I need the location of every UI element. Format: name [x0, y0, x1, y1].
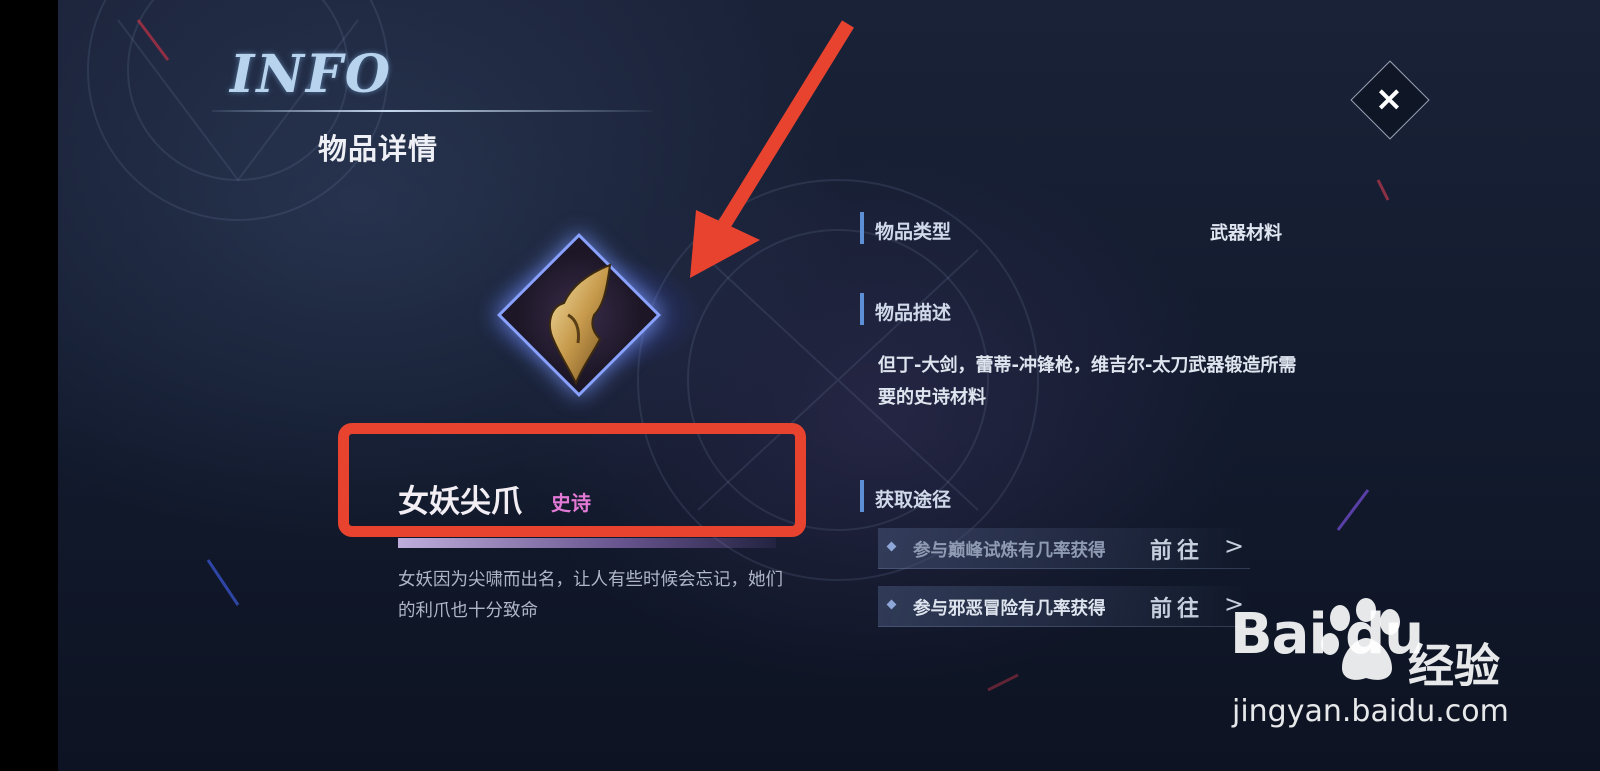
item-source-label: 获取途径 — [875, 489, 952, 511]
chevron-right-icon: > — [1224, 532, 1245, 560]
source-text: 参与巅峰试炼有几率获得 — [913, 541, 1106, 561]
source-row-peak-trial[interactable]: 参与巅峰试炼有几率获得 前往 > — [878, 528, 1250, 569]
item-description-text: 但丁-大剑，蕾蒂-冲锋枪，维吉尔-太刀武器锻造所需要的史诗材料 — [878, 355, 1297, 408]
bullet-icon — [886, 599, 897, 610]
source-text: 参与邪恶冒险有几率获得 — [913, 599, 1106, 619]
item-type-label: 物品类型 — [875, 221, 952, 243]
item-type-value: 武器材料 — [1210, 223, 1282, 244]
section-bar — [860, 293, 864, 325]
source-row-evil-adventure[interactable]: 参与邪恶冒险有几率获得 前往 > — [878, 586, 1250, 627]
info-logo: INFO — [230, 44, 393, 105]
section-bar — [860, 480, 864, 512]
claw-icon — [548, 263, 612, 386]
bullet-icon — [886, 541, 897, 552]
header-divider — [212, 110, 652, 112]
baidu-paw-icon — [1321, 598, 1400, 680]
rarity-bar — [398, 538, 776, 548]
item-description-label: 物品描述 — [875, 302, 952, 324]
section-bar — [860, 212, 864, 244]
watermark-product: 经验 — [1408, 639, 1500, 693]
goto-button[interactable]: 前往 — [1150, 533, 1204, 565]
game-screen: INFO 物品详情 × 女妖尖爪 史诗 女妖因为尖啸而出名，让人有些时候会忘记，… — [0, 0, 1600, 771]
goto-button[interactable]: 前往 — [1150, 591, 1204, 623]
watermark-url: jingyan.baidu.com — [1232, 694, 1509, 729]
item-rarity-badge: 史诗 — [551, 491, 591, 515]
item-flavor-text: 女妖因为尖啸而出名，让人有些时候会忘记，她们的利爪也十分致命 — [398, 570, 783, 621]
page-title: 物品详情 — [318, 132, 439, 166]
item-name: 女妖尖爪 — [398, 484, 522, 520]
